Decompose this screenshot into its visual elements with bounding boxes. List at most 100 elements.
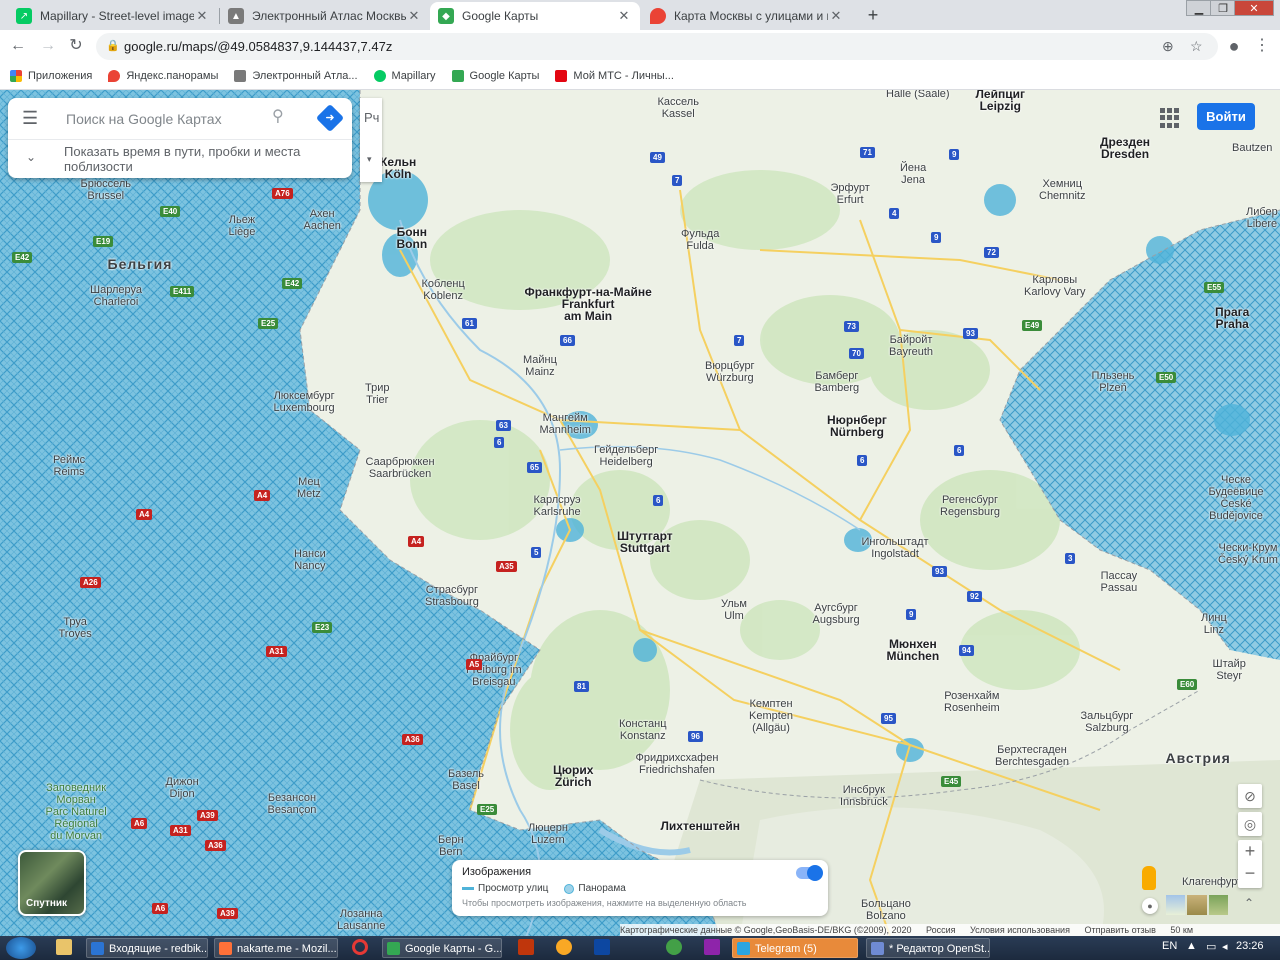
forward-icon[interactable]: → [38, 36, 58, 56]
zoom-out-button[interactable]: − [1238, 862, 1262, 884]
relief-thumb[interactable] [1208, 895, 1228, 915]
map-place-label[interactable]: Берхтесгаден Berchtesgaden [995, 744, 1069, 768]
map-place-label[interactable]: Австрия [1166, 751, 1231, 765]
filezilla-icon[interactable] [518, 939, 534, 955]
tab-google-maps[interactable]: ◆ Google Карты ✕ [430, 2, 640, 30]
minimize-button[interactable]: ▁ [1186, 0, 1212, 16]
map-place-label[interactable]: Фрайбург Freiburg im Breisgau [466, 652, 522, 688]
map-place-label[interactable]: Аугсбург Augsburg [813, 602, 860, 626]
map-place-label[interactable]: Цюрих Zürich [553, 764, 593, 788]
map-place-label[interactable]: Регенсбург Regensburg [940, 494, 1000, 518]
folder-icon[interactable] [56, 939, 72, 955]
map-place-label[interactable]: Трир Trier [365, 382, 389, 406]
start-button[interactable] [6, 937, 36, 959]
map-place-label[interactable]: Bautzen [1232, 142, 1272, 154]
map-place-label[interactable]: Ульм Ulm [721, 598, 747, 622]
close-icon[interactable]: ✕ [406, 8, 422, 24]
feedback-link[interactable]: Отправить отзыв [1084, 925, 1155, 935]
map-place-label[interactable]: Бельгия [108, 257, 173, 271]
map-place-label[interactable]: Хемниц Chemnitz [1039, 178, 1085, 202]
map-place-label[interactable]: Пльзень Plzeň [1092, 370, 1135, 394]
map-place-label[interactable]: Нюрнберг Nürnberg [827, 414, 887, 438]
bookmark-apps[interactable]: Приложения [10, 69, 92, 82]
map-place-label[interactable]: Фульда Fulda [681, 228, 719, 252]
directions-icon[interactable]: ➜ [315, 103, 345, 133]
map-place-label[interactable]: Вюрцбург Würzburg [705, 360, 755, 384]
map-place-label[interactable]: Прага Praha [1215, 306, 1249, 330]
search-input[interactable] [64, 108, 264, 130]
map-place-label[interactable]: Чески-Крум Český Krum [1218, 542, 1278, 566]
map-place-label[interactable]: Труа Troyes [59, 616, 92, 640]
map-place-label[interactable]: Брюссель Brussel [81, 178, 132, 202]
map-place-label[interactable]: Мюнхен München [887, 638, 940, 662]
map-place-label[interactable]: Лихтенштейн [661, 820, 740, 832]
add-location-icon[interactable]: ⊕ [1162, 33, 1174, 60]
map-canvas[interactable]: Кассель Kassel Halle (Saale) Лейпциг Leipzig… [0, 90, 1280, 936]
reload-icon[interactable]: ↻ [66, 36, 86, 56]
map-place-label[interactable]: Бонн Bonn [397, 226, 428, 250]
map-place-label[interactable]: Мангейм Mannheim [540, 412, 591, 436]
map-place-label[interactable]: Линц Linz [1201, 612, 1227, 636]
map-place-label[interactable]: Зальцбург Salzburg [1081, 710, 1134, 734]
map-place-label[interactable]: Дижон Dijon [166, 776, 199, 800]
map-place-label[interactable]: Саарбрюккен Saarbrücken [366, 456, 435, 480]
taskbar-item[interactable]: * Редактор OpenSt... [866, 938, 990, 958]
terms-link[interactable]: Условия использования [970, 925, 1070, 935]
app-icon[interactable] [704, 939, 720, 955]
compass-icon[interactable]: ● [1142, 898, 1158, 914]
chevron-down-icon[interactable]: ⌄ [26, 150, 36, 164]
map-place-label[interactable]: Базель Basel [448, 768, 484, 792]
network-icon[interactable]: ▭ [1206, 940, 1216, 953]
photoshop-icon[interactable] [594, 939, 610, 955]
pegman-icon[interactable] [1142, 866, 1156, 890]
map-place-label[interactable]: Карловы Karlovy Vary [1024, 274, 1086, 298]
map-place-label[interactable]: Льеж Liège [229, 214, 256, 238]
bookmark-mapillary[interactable]: Mapillary [373, 69, 436, 82]
bookmark-atlas[interactable]: Электронный Атла... [234, 69, 358, 82]
map-place-label[interactable]: Дрезден Dresden [1100, 136, 1150, 160]
map-place-label[interactable]: Байройт Bayreuth [889, 334, 933, 358]
map-place-label[interactable]: Йена Jena [900, 162, 926, 186]
map-place-label[interactable]: Halle (Saale) [886, 90, 950, 100]
maximize-button[interactable]: ❐ [1210, 0, 1236, 16]
menu-icon[interactable]: ☰ [22, 108, 38, 129]
caret-down-icon[interactable]: ▾ [367, 154, 372, 165]
map-place-label[interactable]: Мец Metz [297, 476, 321, 500]
volume-icon[interactable]: ◂ [1222, 940, 1228, 953]
map-place-label[interactable]: Ахен Aachen [304, 208, 341, 232]
map-place-label[interactable]: Люцерн Luzern [528, 822, 568, 846]
map-place-label[interactable]: Гейдельберг Heidelberg [594, 444, 658, 468]
bookmark-google-maps[interactable]: Google Карты [451, 69, 539, 82]
new-tab-button[interactable]: + [862, 4, 884, 26]
app-icon[interactable] [556, 939, 572, 955]
tray-arrow-icon[interactable]: ▲ [1186, 940, 1197, 952]
map-place-label[interactable]: Нанси Nancy [294, 548, 326, 572]
country-link[interactable]: Россия [926, 925, 956, 935]
taskbar-item[interactable]: nakarte.me - Mozil... [214, 938, 338, 958]
bookmark-star-icon[interactable]: ☆ [1190, 33, 1203, 60]
whatsapp-icon[interactable] [666, 939, 682, 955]
my-location-icon[interactable]: ◎ [1238, 812, 1262, 836]
map-place-label[interactable]: Реймс Reims [53, 454, 85, 478]
map-place-label[interactable]: Кобленц Koblenz [422, 278, 465, 302]
bookmark-mts[interactable]: Мой МТС - Личны... [555, 69, 674, 82]
map-place-label[interactable]: Штайр Steyr [1213, 658, 1246, 682]
tab-moscow-map[interactable]: Карта Москвы с улицами и ном ✕ [642, 2, 852, 30]
language-indicator[interactable]: EN [1162, 940, 1177, 952]
map-place-label[interactable]: Ческе Будеёвице České Budějovice [1209, 474, 1264, 522]
map-place-label[interactable]: Безансон Besançon [268, 792, 317, 816]
map-place-label[interactable]: Шарлеруа Charleroi [90, 284, 142, 308]
back-icon[interactable]: ← [8, 36, 28, 56]
toggle-streetview-icon[interactable]: ⊘ [1238, 784, 1262, 808]
map-place-label[interactable]: Берн Bern [438, 834, 464, 858]
map-place-label[interactable]: Больцано Bolzano [861, 898, 911, 922]
map-place-label[interactable]: Ингольштадт Ingolstadt [862, 536, 929, 560]
close-icon[interactable]: ✕ [828, 8, 844, 24]
map-place-label[interactable]: Фридрихсхафен Friedrichshafen [636, 752, 719, 776]
map-place-label[interactable]: Штутгарт Stuttgart [617, 530, 673, 554]
close-icon[interactable]: ✕ [194, 8, 210, 24]
map-place-label[interactable]: Заповедник Морван Parc Naturel Régional du M… [46, 782, 107, 842]
map-place-label[interactable]: Лейпциг Leipzig [976, 90, 1025, 112]
map-place-label[interactable]: Пассау Passau [1101, 570, 1138, 594]
satellite-thumb[interactable] [1187, 895, 1207, 915]
